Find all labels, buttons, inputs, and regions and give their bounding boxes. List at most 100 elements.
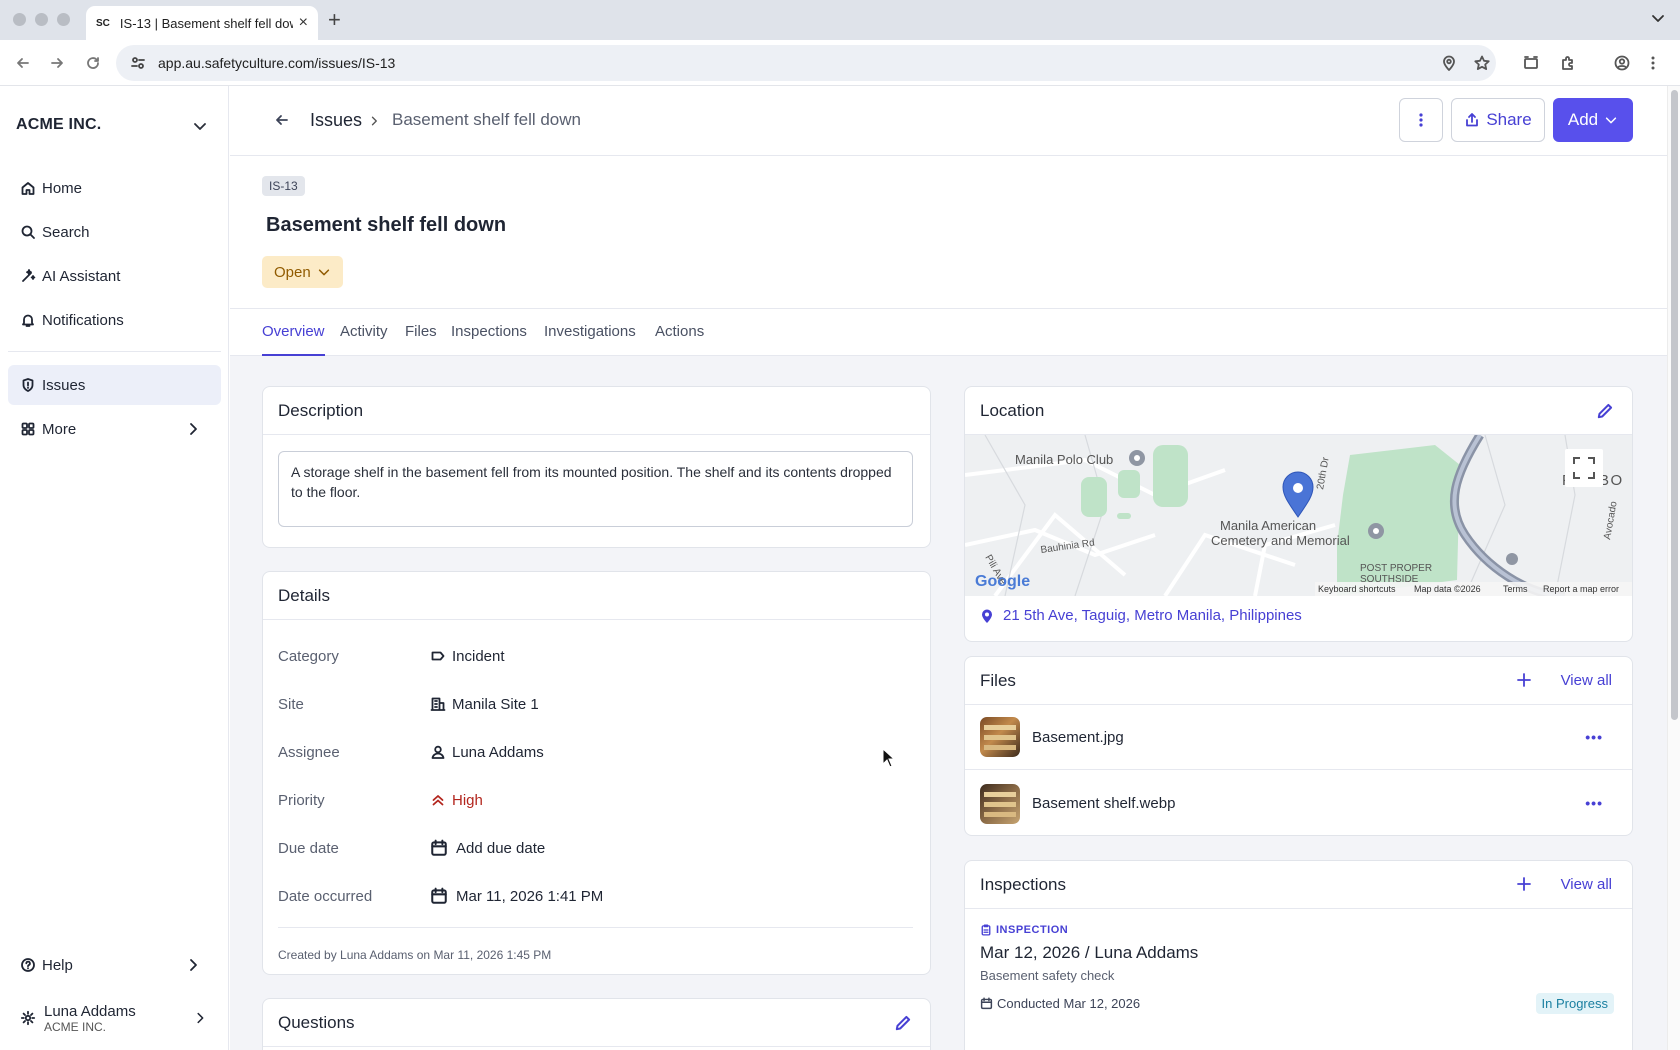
forward-nav-icon[interactable]: [49, 55, 65, 71]
new-tab-icon[interactable]: +: [328, 8, 341, 32]
assignee-value[interactable]: Luna Addams: [430, 744, 544, 761]
add-inspection-plus-icon[interactable]: [1516, 876, 1532, 892]
reload-icon[interactable]: [85, 55, 101, 71]
sidebar-item-issues[interactable]: Issues: [8, 365, 221, 405]
description-text[interactable]: A storage shelf in the basement fell fro…: [278, 451, 913, 527]
scrollbar-thumb[interactable]: [1671, 90, 1678, 720]
share-button[interactable]: Share: [1451, 98, 1545, 142]
detail-label: Site: [278, 695, 304, 713]
tab-investigations[interactable]: Investigations: [544, 323, 636, 340]
window-minimize-button[interactable]: [35, 13, 48, 26]
priority-value[interactable]: High: [430, 792, 483, 809]
user-name: Luna Addams: [44, 1002, 136, 1020]
detail-row-priority: Priority High: [278, 788, 483, 812]
breadcrumb-issues[interactable]: Issues: [310, 110, 362, 131]
site-info-icon[interactable]: [130, 55, 146, 71]
edit-pencil-icon[interactable]: [894, 1014, 912, 1032]
location-map[interactable]: Manila Polo Club Manila American Cemeter…: [965, 435, 1632, 596]
due-date-value[interactable]: Add due date: [430, 839, 545, 857]
detail-value-text: Incident: [452, 647, 505, 665]
sidebar-item-more[interactable]: More: [8, 409, 221, 449]
location-heading: Location: [980, 400, 1045, 420]
tab-files[interactable]: Files: [405, 323, 437, 340]
tab-inspections[interactable]: Inspections: [451, 323, 527, 340]
detail-value-text: Luna Addams: [452, 743, 544, 761]
tab-search-chevron-icon[interactable]: [1650, 10, 1666, 26]
priority-high-icon: [432, 795, 444, 806]
inspection-type: INSPECTION: [980, 924, 1068, 936]
back-arrow-icon[interactable]: [274, 112, 290, 128]
category-value[interactable]: Incident: [430, 648, 505, 665]
file-thumbnail: [980, 717, 1020, 757]
scrollbar-track[interactable]: [1667, 86, 1680, 1050]
location-pin-icon[interactable]: [1441, 55, 1457, 71]
inspection-conducted: Conducted Mar 12, 2026: [980, 996, 1140, 1011]
inspections-header: Inspections View all: [965, 861, 1632, 909]
bell-icon: [22, 314, 34, 327]
inspection-subtitle: Basement safety check: [980, 968, 1115, 983]
chevron-right-icon: [193, 1011, 207, 1025]
questions-heading: Questions: [278, 1012, 355, 1032]
files-view-all-link[interactable]: View all: [1561, 672, 1612, 689]
close-tab-icon[interactable]: ×: [299, 14, 308, 32]
user-menu[interactable]: Luna Addams ACME INC.: [8, 994, 221, 1042]
file-more-icon[interactable]: •••: [1585, 729, 1603, 745]
edit-pencil-icon[interactable]: [1596, 402, 1614, 420]
files-card: Files View all Basement.jpg ••• Basement…: [964, 656, 1633, 836]
google-logo: Google: [975, 573, 1030, 590]
add-file-plus-icon[interactable]: [1516, 672, 1532, 688]
issue-icon: [22, 378, 34, 392]
org-name[interactable]: ACME INC.: [16, 116, 101, 134]
sidebar-item-search[interactable]: Search: [8, 212, 221, 252]
map-terms[interactable]: Terms: [1503, 584, 1528, 594]
more-options-button[interactable]: [1399, 98, 1443, 142]
window-close-button[interactable]: [13, 13, 26, 26]
file-row[interactable]: Basement shelf.webp •••: [965, 771, 1632, 835]
site-value[interactable]: Manila Site 1: [430, 696, 539, 713]
files-header: Files View all: [965, 657, 1632, 705]
profile-icon[interactable]: [1614, 55, 1630, 71]
file-name: Basement shelf.webp: [1032, 795, 1176, 812]
file-more-icon[interactable]: •••: [1585, 795, 1603, 811]
tab-actions[interactable]: Actions: [655, 323, 704, 340]
address-bar[interactable]: app.au.safetyculture.com/issues/IS-13: [116, 45, 1496, 81]
detail-value-text: Manila Site 1: [452, 695, 539, 713]
browser-tab-title: IS-13 | Basement shelf fell down: [119, 15, 293, 31]
location-address-link[interactable]: 21 5th Ave, Taguig, Metro Manila, Philip…: [980, 607, 1302, 624]
detail-row-assignee: Assignee Luna Addams: [278, 740, 544, 764]
calendar-icon: [980, 997, 993, 1010]
sidebar-item-label: Issues: [42, 376, 86, 394]
date-occurred-value[interactable]: Mar 11, 2026 1:41 PM: [430, 887, 603, 905]
inspection-item[interactable]: INSPECTION Mar 12, 2026 / Luna Addams Ba…: [965, 910, 1632, 1020]
chevron-down-icon: [1605, 117, 1617, 124]
extensions-icon[interactable]: [1560, 55, 1576, 71]
status-label: Open: [274, 263, 311, 281]
detail-label: Category: [278, 647, 339, 665]
page-title: Basement shelf fell down: [266, 214, 507, 236]
location-header: Location: [965, 387, 1632, 435]
org-switcher-chevron-icon[interactable]: [192, 118, 208, 134]
sidebar-item-notifications[interactable]: Notifications: [8, 300, 221, 340]
map-keyboard-shortcuts[interactable]: Keyboard shortcuts: [1318, 584, 1396, 594]
inspections-view-all-link[interactable]: View all: [1561, 876, 1612, 893]
status-dropdown[interactable]: Open: [262, 256, 343, 288]
browser-menu-icon[interactable]: [1651, 55, 1655, 71]
sidebar-item-help[interactable]: Help: [8, 945, 221, 985]
tab-activity[interactable]: Activity: [340, 323, 388, 340]
sidebar-item-ai-assistant[interactable]: AI Assistant: [8, 256, 221, 296]
map-data-credit: Map data ©2026: [1414, 584, 1481, 594]
sidebar-item-label: Notifications: [42, 311, 124, 329]
detail-label: Due date: [278, 839, 339, 857]
tab-overview[interactable]: Overview: [262, 323, 325, 340]
screenshot-icon[interactable]: [1523, 55, 1539, 71]
bookmark-star-icon[interactable]: [1474, 55, 1490, 71]
map-report-error[interactable]: Report a map error: [1543, 584, 1619, 594]
back-nav-icon[interactable]: [15, 55, 31, 71]
sidebar-item-home[interactable]: Home: [8, 168, 221, 208]
add-label: Add: [1567, 110, 1599, 129]
browser-tab[interactable]: SC IS-13 | Basement shelf fell down ×: [86, 6, 318, 40]
window-maximize-button[interactable]: [57, 13, 70, 26]
file-row[interactable]: Basement.jpg •••: [965, 705, 1632, 770]
add-button[interactable]: Add: [1553, 98, 1633, 142]
sidebar-item-label: AI Assistant: [42, 267, 121, 285]
